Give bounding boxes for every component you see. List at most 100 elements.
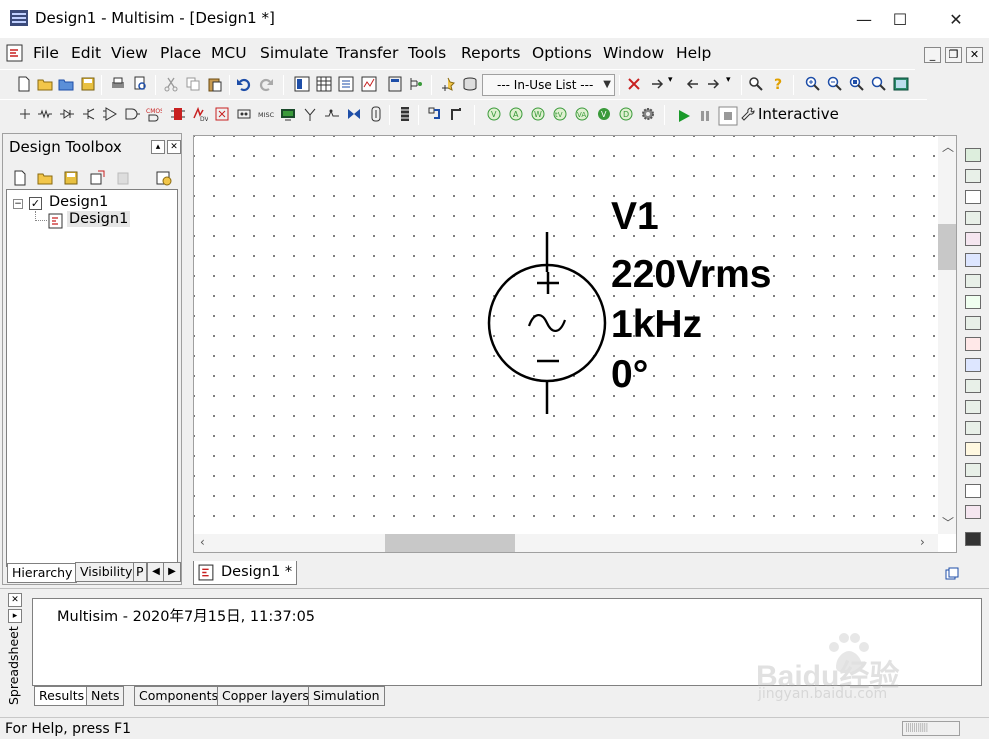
postprocessor-icon[interactable] bbox=[387, 76, 403, 92]
network-analyzer-icon[interactable] bbox=[965, 421, 981, 435]
toolbox-save-icon[interactable] bbox=[63, 170, 79, 186]
new-file-icon[interactable] bbox=[16, 76, 32, 92]
schematic-canvas[interactable]: V1 220Vrms 1kHz 0° bbox=[194, 136, 938, 534]
place-advanced-peripherals-icon[interactable] bbox=[280, 106, 296, 122]
place-wire-icon[interactable] bbox=[449, 106, 465, 122]
place-cmos-icon[interactable]: CMOS bbox=[146, 106, 162, 122]
print-icon[interactable] bbox=[110, 76, 126, 92]
place-electromechanical-icon[interactable] bbox=[324, 106, 340, 122]
zoom-area-icon[interactable] bbox=[849, 76, 865, 92]
scroll-down-icon[interactable]: ﹀ bbox=[942, 514, 954, 531]
open-sample-icon[interactable] bbox=[58, 76, 74, 92]
grapher-icon[interactable] bbox=[361, 76, 377, 92]
close-button[interactable]: ✕ bbox=[933, 0, 979, 38]
scroll-right-icon[interactable]: › bbox=[920, 535, 925, 549]
menu-help[interactable]: Help bbox=[676, 44, 711, 62]
probe-voltage-current-icon[interactable]: VA bbox=[574, 106, 590, 122]
place-analog-icon[interactable] bbox=[102, 106, 118, 122]
backannotate-icon[interactable] bbox=[684, 76, 700, 92]
open-folder-icon[interactable] bbox=[37, 76, 53, 92]
spectrum-analyzer-icon[interactable] bbox=[965, 400, 981, 414]
toggle-spreadsheet-icon[interactable] bbox=[316, 76, 332, 92]
tab-design1[interactable]: Design1 * bbox=[193, 561, 297, 585]
place-indicator-icon[interactable] bbox=[214, 106, 230, 122]
distortion-analyzer-icon[interactable] bbox=[965, 379, 981, 393]
agilent-oscilloscope-icon[interactable] bbox=[965, 484, 981, 498]
menu-tools[interactable]: Tools bbox=[408, 44, 446, 62]
scroll-up-icon[interactable]: ︿ bbox=[942, 138, 954, 155]
place-rf-icon[interactable] bbox=[302, 106, 318, 122]
place-basic-icon[interactable] bbox=[37, 106, 53, 122]
electrical-rules-icon[interactable] bbox=[408, 76, 424, 92]
toolbox-new-icon[interactable] bbox=[12, 170, 28, 186]
multimeter-icon[interactable] bbox=[965, 148, 981, 162]
place-diode-icon[interactable] bbox=[59, 106, 75, 122]
place-source-icon[interactable] bbox=[17, 106, 33, 122]
pin-pane-icon[interactable]: ▸ bbox=[8, 609, 22, 623]
database-manager-icon[interactable] bbox=[338, 76, 354, 92]
stop-simulation-icon[interactable] bbox=[718, 106, 738, 126]
component-wizard-icon[interactable] bbox=[440, 76, 456, 92]
tree-item-child[interactable]: Design1 bbox=[67, 211, 131, 227]
tab-scroll-right-icon[interactable]: ▶ bbox=[163, 562, 181, 582]
place-mcu-icon[interactable] bbox=[170, 106, 186, 122]
logic-converter-icon[interactable] bbox=[965, 316, 981, 330]
interactive-mode-label[interactable]: Interactive bbox=[758, 105, 839, 123]
function-generator-icon[interactable] bbox=[965, 169, 981, 183]
place-connector-icon[interactable] bbox=[368, 106, 384, 122]
forward-annotate-icon[interactable] bbox=[706, 76, 722, 92]
menu-mcu[interactable]: MCU bbox=[211, 44, 247, 62]
menu-window[interactable]: Window bbox=[603, 44, 664, 62]
ac-voltage-source-symbol[interactable] bbox=[474, 222, 614, 422]
menu-view[interactable]: View bbox=[111, 44, 148, 62]
wattmeter-icon[interactable] bbox=[965, 190, 981, 204]
word-generator-icon[interactable] bbox=[965, 295, 981, 309]
copy-icon[interactable] bbox=[185, 76, 201, 92]
tab-results[interactable]: Results bbox=[34, 686, 90, 706]
menu-reports[interactable]: Reports bbox=[461, 44, 520, 62]
toolbox-properties-icon[interactable] bbox=[156, 170, 172, 186]
mdi-restore-button[interactable]: ❐ bbox=[945, 47, 962, 63]
place-ttl-icon[interactable] bbox=[124, 106, 140, 122]
tab-hierarchy[interactable]: Hierarchy bbox=[7, 563, 78, 583]
cut-icon[interactable] bbox=[163, 76, 179, 92]
save-icon[interactable] bbox=[80, 76, 96, 92]
vertical-scrollbar[interactable]: ︿ ﹀ bbox=[938, 136, 956, 534]
menu-file[interactable]: File bbox=[33, 44, 59, 62]
document-icon[interactable] bbox=[6, 44, 24, 62]
tab-components[interactable]: Components bbox=[134, 686, 224, 706]
zoom-out-icon[interactable] bbox=[827, 76, 843, 92]
logic-analyzer-icon[interactable] bbox=[965, 337, 981, 351]
run-simulation-icon[interactable] bbox=[677, 109, 691, 123]
pin-pane-icon[interactable]: ▴ bbox=[151, 140, 165, 154]
probe-reference-icon[interactable]: V bbox=[596, 106, 612, 122]
place-bus-icon[interactable] bbox=[427, 106, 443, 122]
menu-edit[interactable]: Edit bbox=[71, 44, 101, 62]
component-ref-label[interactable]: V1 bbox=[611, 196, 659, 238]
frequency-counter-icon[interactable] bbox=[965, 274, 981, 288]
probe-digital-icon[interactable]: D bbox=[618, 106, 634, 122]
menu-options[interactable]: Options bbox=[532, 44, 592, 62]
four-channel-oscilloscope-icon[interactable] bbox=[965, 232, 981, 246]
maximize-button[interactable]: ☐ bbox=[877, 0, 923, 38]
tab-project[interactable]: P bbox=[133, 562, 147, 582]
in-use-list-dropdown[interactable]: --- In-Use List --- ▼ bbox=[482, 74, 615, 96]
menu-simulate[interactable]: Simulate bbox=[260, 44, 329, 62]
agilent-multimeter-icon[interactable] bbox=[965, 463, 981, 477]
erc-icon[interactable] bbox=[626, 76, 642, 92]
labview-instrument-icon[interactable] bbox=[965, 532, 981, 546]
oscilloscope-icon[interactable] bbox=[965, 211, 981, 225]
undo-icon[interactable] bbox=[236, 76, 252, 92]
place-hierarchical-block-icon[interactable] bbox=[397, 106, 413, 122]
tab-copper-layers[interactable]: Copper layers bbox=[217, 686, 314, 706]
agilent-generator-icon[interactable] bbox=[965, 442, 981, 456]
place-transistor-icon[interactable] bbox=[81, 106, 97, 122]
zoom-sheet-icon[interactable] bbox=[871, 76, 887, 92]
toggle-toolbox-icon[interactable] bbox=[294, 76, 310, 92]
close-pane-icon[interactable]: ✕ bbox=[8, 593, 22, 607]
wrench-icon[interactable] bbox=[741, 107, 755, 121]
menu-transfer[interactable]: Transfer bbox=[336, 44, 398, 62]
menu-place[interactable]: Place bbox=[160, 44, 201, 62]
mdi-minimize-button[interactable]: _ bbox=[924, 47, 941, 63]
collapse-toggle-icon[interactable]: − bbox=[13, 199, 23, 209]
